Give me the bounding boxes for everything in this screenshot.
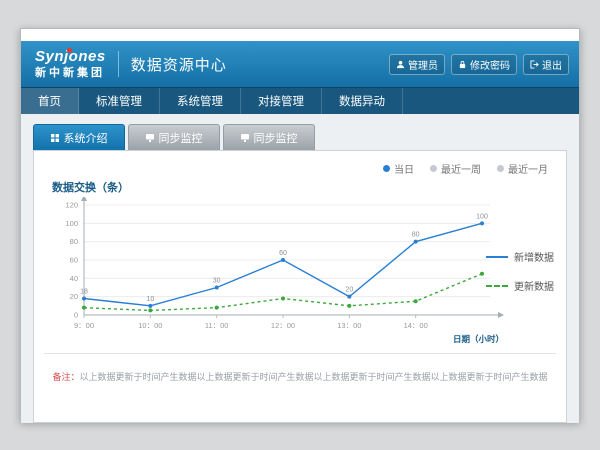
- svg-text:120: 120: [65, 201, 78, 210]
- svg-text:0: 0: [74, 311, 78, 320]
- tab-label: 同步监控: [159, 130, 203, 146]
- legend-line-sample: [486, 256, 508, 258]
- svg-text:10：00: 10：00: [138, 321, 162, 330]
- nav-item-home[interactable]: 首页: [21, 88, 79, 114]
- footnote-text: 以上数据更新于时间产生数据以上数据更新于时间产生数据以上数据更新于时间产生数据以…: [80, 372, 548, 382]
- tab-system-intro[interactable]: 系统介绍: [33, 124, 125, 150]
- nav-item-connect-mgmt[interactable]: 对接管理: [241, 88, 322, 114]
- radio-dot-icon: [383, 165, 390, 172]
- svg-text:100: 100: [476, 213, 488, 220]
- filter-label: 最近一月: [508, 161, 548, 176]
- svg-text:9：00: 9：00: [74, 321, 94, 330]
- svg-text:10: 10: [146, 296, 154, 303]
- svg-text:11：00: 11：00: [205, 321, 229, 330]
- header-divider: [118, 51, 119, 77]
- legend-line-sample: [486, 285, 508, 287]
- nav-item-standard-mgmt[interactable]: 标准管理: [79, 88, 160, 114]
- range-filters: 当日 最近一周 最近一月: [383, 161, 548, 176]
- change-password-button[interactable]: 修改密码: [451, 54, 517, 75]
- legend-label: 新增数据: [514, 249, 554, 264]
- header-actions: 管理员 修改密码 退出: [389, 54, 569, 75]
- svg-text:30: 30: [213, 278, 221, 285]
- svg-text:20: 20: [70, 292, 78, 301]
- app-title: 数据资源中心: [131, 54, 227, 75]
- nav-item-system-mgmt[interactable]: 系统管理: [160, 88, 241, 114]
- svg-text:100: 100: [65, 219, 78, 228]
- tab-bar: 系统介绍 同步监控 同步监控: [33, 124, 567, 150]
- svg-text:日期（小时）: 日期（小时）: [453, 334, 504, 344]
- filter-last-week[interactable]: 最近一周: [430, 161, 481, 176]
- svg-text:18: 18: [80, 289, 88, 296]
- nav-item-data-change[interactable]: 数据异动: [322, 88, 403, 114]
- chart-panel: 当日 最近一周 最近一月 数据交换（条） 0 20 40 60 80 100 120 9：00…: [33, 150, 567, 423]
- footnote-prefix: 备注：: [52, 372, 79, 382]
- filter-label: 最近一周: [441, 161, 481, 176]
- admin-button-label: 管理员: [408, 57, 438, 72]
- tab-label: 系统介绍: [64, 130, 108, 146]
- logo-subtitle: 新中新集团: [35, 67, 106, 79]
- radio-dot-icon: [497, 165, 504, 172]
- svg-text:80: 80: [412, 232, 420, 239]
- filter-today[interactable]: 当日: [383, 161, 414, 176]
- line-chart: 0 20 40 60 80 100 120 9：00 10：00 11：00 12：00 13：00 1…: [42, 197, 512, 347]
- change-password-label: 修改密码: [470, 57, 510, 72]
- monitor-icon: [241, 134, 249, 142]
- legend-label: 更新数据: [514, 278, 554, 293]
- window-top-strip: [21, 29, 579, 41]
- app-header: Synjones 新中新集团 数据资源中心 管理员 修改密码: [21, 41, 579, 87]
- content-area: 系统介绍 同步监控 同步监控: [21, 114, 579, 423]
- filter-label: 当日: [394, 161, 414, 176]
- svg-text:20: 20: [345, 287, 353, 294]
- tab-sync-monitor-1[interactable]: 同步监控: [128, 124, 220, 150]
- lock-icon: [458, 60, 467, 69]
- user-icon: [396, 60, 405, 69]
- chart-container: 0 20 40 60 80 100 120 9：00 10：00 11：00 12：00 13：00 1…: [42, 197, 512, 352]
- admin-button[interactable]: 管理员: [389, 54, 445, 75]
- legend-item-update-data: 更新数据: [486, 278, 554, 293]
- logout-label: 退出: [542, 57, 562, 72]
- svg-text:13：00: 13：00: [337, 321, 361, 330]
- svg-text:60: 60: [70, 256, 78, 265]
- legend-item-new-data: 新增数据: [486, 249, 554, 264]
- logout-button[interactable]: 退出: [523, 54, 569, 75]
- svg-text:14：00: 14：00: [404, 321, 428, 330]
- svg-text:80: 80: [70, 237, 78, 246]
- chart-legend: 新增数据 更新数据: [486, 249, 554, 307]
- tab-sync-monitor-2[interactable]: 同步监控: [223, 124, 315, 150]
- brand-logo: Synjones 新中新集团: [31, 49, 106, 79]
- tab-label: 同步监控: [254, 130, 298, 146]
- grid-icon: [51, 134, 59, 142]
- desktop-background: Synjones 新中新集团 数据资源中心 管理员 修改密码: [0, 0, 600, 450]
- monitor-icon: [146, 134, 154, 142]
- app-window: Synjones 新中新集团 数据资源中心 管理员 修改密码: [20, 28, 580, 422]
- svg-text:40: 40: [70, 274, 78, 283]
- filter-last-month[interactable]: 最近一月: [497, 161, 548, 176]
- svg-text:12：00: 12：00: [271, 321, 295, 330]
- chart-y-axis-title: 数据交换（条）: [52, 179, 129, 195]
- svg-text:60: 60: [279, 250, 287, 257]
- main-nav: 首页 标准管理 系统管理 对接管理 数据异动: [21, 87, 579, 114]
- radio-dot-icon: [430, 165, 437, 172]
- logout-icon: [530, 60, 539, 69]
- footnote: 备注：以上数据更新于时间产生数据以上数据更新于时间产生数据以上数据更新于时间产生…: [44, 353, 556, 383]
